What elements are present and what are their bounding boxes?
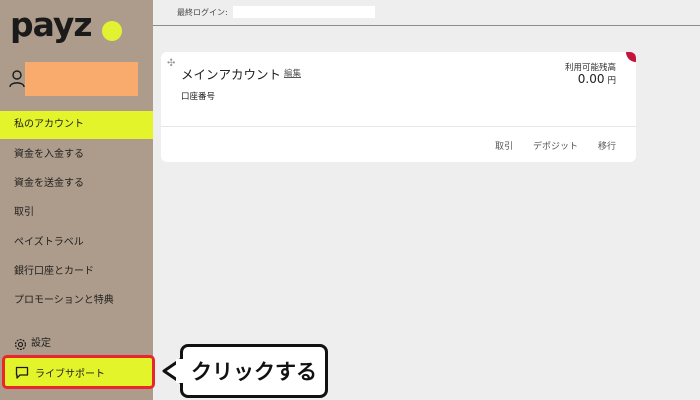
sidebar-item-payz-travel[interactable]: ペイズトラベル [0,229,153,257]
sidebar-item-settings[interactable]: 設定 [14,336,51,352]
chat-bubble-icon [15,366,29,379]
click-callout: クリックする [180,344,328,398]
callout-pointer-mask [176,359,184,383]
balance-unit: 円 [607,76,616,86]
account-number-label: 口座番号 [181,92,216,102]
edit-link[interactable]: 編集 [284,67,301,79]
payz-logo[interactable]: payz [10,4,93,46]
sidebar-item-promotions[interactable]: プロモーションと特典 [0,287,153,315]
card-actions: 取引 デポジット 移行 [495,139,616,152]
user-icon[interactable] [9,70,25,88]
sidebar-item-deposit[interactable]: 資金を入金する [0,141,153,169]
top-bar: 最終ログイン: [153,0,700,26]
live-support-label: ライブサポート [35,368,105,380]
corner-flag [626,52,636,62]
drag-handle-icon[interactable]: ✣ [167,58,175,69]
last-login-label: 最終ログイン: [177,8,228,17]
live-support-button[interactable]: ライブサポート [2,355,155,389]
sidebar-item-bank-and-cards[interactable]: 銀行口座とカード [0,258,153,286]
card-divider [161,126,636,127]
main-account-card: ✣ メインアカウント 編集 口座番号 利用可能残高 0.00 円 取引 デポジット… [161,52,636,162]
settings-label: 設定 [31,338,51,349]
transfer-link[interactable]: 移行 [598,139,616,152]
deposit-link[interactable]: デポジット [533,139,578,152]
sidebar-item-send-funds[interactable]: 資金を送金する [0,170,153,198]
gear-icon [14,338,27,350]
balance-amount: 0.00 [577,72,605,86]
account-title: メインアカウント [181,67,282,82]
sidebar: payz 私のアカウント 資金を入金する 資金を送金する 取引 ペイズトラベル … [0,0,153,400]
user-name-redacted [25,62,138,96]
sidebar-item-my-account[interactable]: 私のアカウント [0,111,153,139]
available-balance-value: 0.00 円 [578,72,616,86]
transactions-link[interactable]: 取引 [495,139,513,152]
logo-dot [102,21,122,41]
sidebar-item-transactions[interactable]: 取引 [0,199,153,227]
last-login-value [233,6,375,18]
